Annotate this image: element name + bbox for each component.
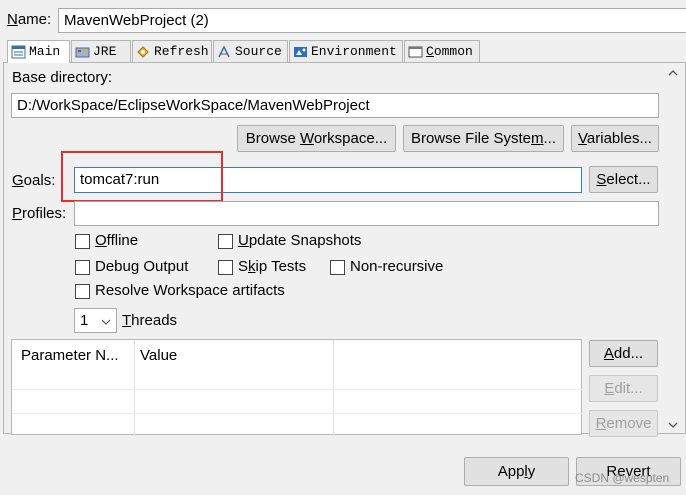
add-button[interactable]: Add... [589, 340, 658, 367]
tab-jre[interactable]: JRE [71, 40, 131, 62]
offline-checkbox[interactable]: Offline [75, 232, 138, 250]
browse-file-system-button[interactable]: Browse File System... [403, 125, 564, 152]
debug-output-label: Debug Output [95, 258, 189, 275]
tab-jre-label: JRE [93, 43, 117, 59]
column-header-parameter[interactable]: Parameter N... [21, 347, 119, 365]
vertical-scrollbar[interactable] [664, 63, 684, 433]
tab-common[interactable]: Common [404, 40, 480, 62]
name-label: Name: [7, 11, 52, 28]
refresh-icon [136, 45, 151, 59]
resolve-workspace-label: Resolve Workspace artifacts [95, 282, 285, 299]
column-header-value[interactable]: Value [140, 347, 177, 365]
tab-refresh-label: Refresh [154, 43, 209, 59]
update-snapshots-label: Update Snapshots [238, 232, 362, 249]
variables-button[interactable]: Variables... [571, 125, 659, 152]
profiles-label: Profiles: [12, 205, 67, 222]
apply-button[interactable]: Apply [464, 457, 569, 486]
source-icon [217, 44, 232, 59]
tab-common-label: Common [426, 43, 473, 59]
main-tab-icon [11, 45, 26, 59]
tab-refresh[interactable]: Refresh [132, 40, 212, 62]
update-snapshots-checkbox[interactable]: Update Snapshots [218, 232, 361, 250]
tab-environment[interactable]: Environment [289, 40, 403, 62]
browse-workspace-button[interactable]: Browse Workspace... [237, 125, 396, 152]
non-recursive-checkbox-box[interactable] [330, 259, 345, 275]
tab-environment-label: Environment [311, 43, 397, 59]
tab-main[interactable]: Main [7, 40, 70, 63]
jre-icon [75, 45, 90, 59]
highlight-box [61, 151, 223, 202]
base-directory-label: Base directory: [12, 69, 113, 86]
non-recursive-label: Non-recursive [350, 258, 444, 275]
offline-checkbox-box[interactable] [75, 233, 90, 249]
non-recursive-checkbox[interactable]: Non-recursive [330, 258, 443, 276]
debug-output-checkbox[interactable]: Debug Output [75, 258, 188, 276]
offline-label: Offline [95, 232, 139, 249]
profiles-input[interactable] [74, 201, 659, 226]
select-goals-button[interactable]: Select... [589, 166, 658, 193]
scroll-up-icon[interactable] [668, 65, 678, 79]
skip-tests-checkbox-box[interactable] [218, 259, 233, 275]
tab-main-label: Main [29, 44, 61, 59]
name-input[interactable]: MavenWebProject (2) [58, 8, 686, 33]
watermark: CSDN @wespten [575, 471, 670, 485]
environment-icon [293, 45, 308, 59]
tab-source[interactable]: Source [213, 40, 288, 62]
parameter-table[interactable]: Parameter N... Value [11, 339, 583, 436]
skip-tests-checkbox[interactable]: Skip Tests [218, 258, 306, 276]
threads-label: Threads [122, 312, 178, 329]
threads-value: 1 [80, 311, 89, 329]
threads-select[interactable]: 1 [74, 308, 117, 333]
tab-source-label: Source [235, 43, 282, 59]
resolve-workspace-checkbox[interactable]: Resolve Workspace artifacts [75, 282, 285, 300]
debug-output-checkbox-box[interactable] [75, 259, 90, 275]
skip-tests-label: Skip Tests [238, 258, 307, 275]
goals-label: Goals: [12, 172, 56, 189]
scroll-down-icon[interactable] [668, 418, 678, 432]
update-snapshots-checkbox-box[interactable] [218, 233, 233, 249]
chevron-down-icon [101, 312, 111, 329]
edit-button[interactable]: Edit... [589, 375, 658, 402]
base-directory-input[interactable]: D:/WorkSpace/EclipseWorkSpace/MavenWebPr… [11, 93, 659, 118]
common-icon [408, 45, 423, 59]
remove-button[interactable]: Remove [589, 410, 658, 437]
resolve-workspace-checkbox-box[interactable] [75, 283, 90, 299]
